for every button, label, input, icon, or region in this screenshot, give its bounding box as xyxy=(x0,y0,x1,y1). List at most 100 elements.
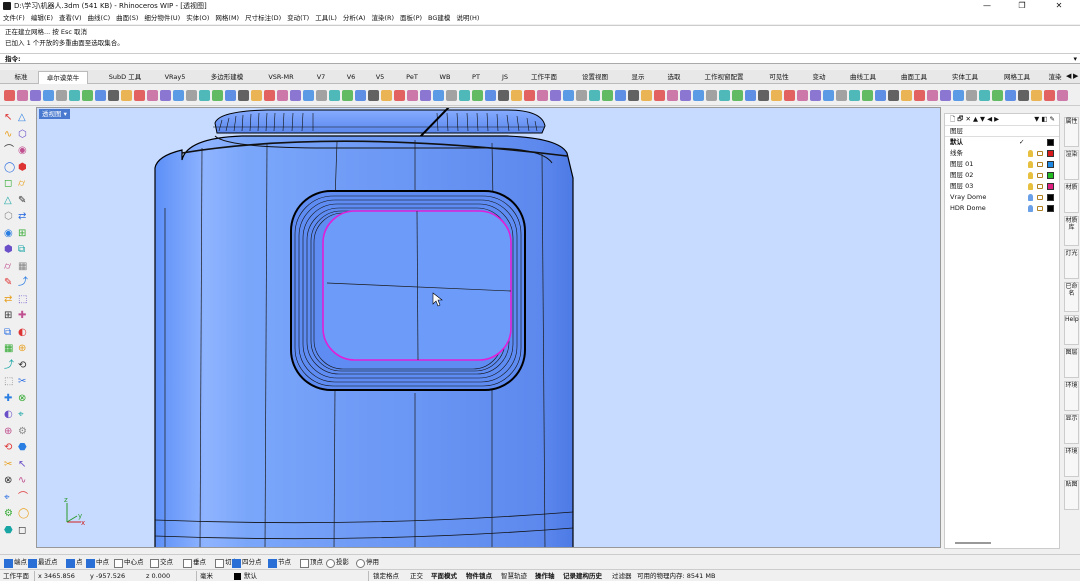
left-tool-icon[interactable]: ◻ xyxy=(4,178,16,190)
left-tool-icon[interactable]: ▦ xyxy=(18,261,30,273)
toolbar-tool-icon[interactable] xyxy=(56,90,67,101)
left-tool-icon[interactable]: ⊞ xyxy=(4,310,16,322)
toolbar-tool-icon[interactable] xyxy=(979,90,990,101)
toolbar-tool-icon[interactable] xyxy=(121,90,132,101)
toolbar-tool-icon[interactable] xyxy=(719,90,730,101)
toolbar-tool-icon[interactable] xyxy=(160,90,171,101)
menu-file[interactable]: 文件(F) xyxy=(0,12,28,24)
layer-color-swatch[interactable] xyxy=(1047,183,1054,190)
layer-row[interactable]: 线条 xyxy=(945,148,1059,159)
toolbar-tool-icon[interactable] xyxy=(836,90,847,101)
toolbar-tool-icon[interactable] xyxy=(758,90,769,101)
menu-render[interactable]: 渲染(R) xyxy=(368,12,397,24)
menu-mesh[interactable]: 网格(M) xyxy=(212,12,242,24)
left-tool-icon[interactable]: ∿ xyxy=(4,129,16,141)
layer-visible-bulb-icon[interactable] xyxy=(1028,161,1033,168)
close-button[interactable]: ✕ xyxy=(1042,0,1076,12)
layer-row[interactable]: HDR Dome xyxy=(945,203,1059,214)
layer-lock-icon[interactable] xyxy=(1037,173,1043,178)
menu-analyze[interactable]: 分析(A) xyxy=(340,12,369,24)
left-tool-icon[interactable]: ↖ xyxy=(4,112,16,124)
toolbar-tool-icon[interactable] xyxy=(927,90,938,101)
left-tool-icon[interactable]: ◯ xyxy=(18,508,30,520)
menu-transform[interactable]: 变动(T) xyxy=(284,12,312,24)
viewport-title-tab[interactable]: 透视图 ▾ xyxy=(39,109,70,119)
toolbar-tool-icon[interactable] xyxy=(862,90,873,101)
toolbar-tool-icon[interactable] xyxy=(953,90,964,101)
left-tool-icon[interactable]: ⊕ xyxy=(4,426,16,438)
tab-subd-tools[interactable]: SubD 工具 xyxy=(100,71,150,84)
side-tab[interactable]: 显示 xyxy=(1064,414,1079,444)
left-tool-icon[interactable]: ⬣ xyxy=(18,442,30,454)
toolbar-tool-icon[interactable] xyxy=(173,90,184,101)
left-tool-icon[interactable]: ⊞ xyxy=(18,228,30,240)
osnap-checkbox[interactable]: 端点 xyxy=(4,558,27,568)
toolbar-tool-icon[interactable] xyxy=(550,90,561,101)
left-tool-icon[interactable]: ⊕ xyxy=(18,343,30,355)
tab-v7[interactable]: V7 xyxy=(309,71,333,84)
layer-visible-bulb-icon[interactable] xyxy=(1028,172,1033,179)
left-tool-icon[interactable]: ✂ xyxy=(18,376,30,388)
left-tool-icon[interactable]: ⌭ xyxy=(18,178,30,190)
layer-color-swatch[interactable] xyxy=(1047,172,1054,179)
new-layer-icon[interactable]: 🗋 🗗 ✕ ▲ ▼ ◀ ▶ xyxy=(950,115,999,123)
side-tab[interactable]: 灯光 xyxy=(1064,249,1079,279)
tab-scroll-left-icon[interactable]: ◀ xyxy=(1066,72,1071,80)
osnap-checkbox[interactable]: 垂点 xyxy=(183,558,206,568)
tab-viewport-layout[interactable]: 工作视窗配置 xyxy=(697,71,751,84)
left-tool-icon[interactable]: ✎ xyxy=(4,277,16,289)
layer-row-default[interactable]: 默认 ✓ xyxy=(945,137,1059,148)
toolbar-tool-icon[interactable] xyxy=(316,90,327,101)
toolbar-tool-icon[interactable] xyxy=(667,90,678,101)
left-tool-icon[interactable]: ⚙ xyxy=(4,508,16,520)
tab-select[interactable]: 选取 xyxy=(660,71,688,84)
left-tool-icon[interactable]: ⬣ xyxy=(4,525,16,537)
menu-solid[interactable]: 实体(O) xyxy=(183,12,212,24)
left-tool-icon[interactable]: ⚙ xyxy=(18,426,30,438)
tab-cplane[interactable]: 工作平面 xyxy=(523,71,565,84)
menu-dimension[interactable]: 尺寸标注(D) xyxy=(242,12,284,24)
left-tool-icon[interactable]: ◻ xyxy=(18,525,30,537)
tab-surface-tools[interactable]: 曲面工具 xyxy=(893,71,935,84)
left-tool-icon[interactable]: ⟲ xyxy=(18,360,30,372)
tab-pt[interactable]: PT xyxy=(464,71,488,84)
left-tool-icon[interactable]: ⬚ xyxy=(4,376,16,388)
left-tool-icon[interactable]: ⇄ xyxy=(18,211,30,223)
left-tool-icon[interactable]: ⟲ xyxy=(4,442,16,454)
menu-edit[interactable]: 编辑(E) xyxy=(28,12,56,24)
toolbar-tool-icon[interactable] xyxy=(446,90,457,101)
tab-set-view[interactable]: 设置视图 xyxy=(574,71,616,84)
layer-row[interactable]: Vray Dome xyxy=(945,192,1059,203)
left-tool-icon[interactable]: ◉ xyxy=(18,145,30,157)
left-tool-icon[interactable]: ✚ xyxy=(18,310,30,322)
left-tool-icon[interactable]: △ xyxy=(4,195,16,207)
osnap-checkbox[interactable]: 节点 xyxy=(268,558,291,568)
status-cplane[interactable]: 工作平面 xyxy=(3,571,29,581)
toolbar-tool-icon[interactable] xyxy=(1005,90,1016,101)
toolbar-tool-icon[interactable] xyxy=(459,90,470,101)
left-tool-icon[interactable]: ⤴ xyxy=(18,277,30,289)
layer-lock-icon[interactable] xyxy=(1037,195,1043,200)
toolbar-tool-icon[interactable] xyxy=(485,90,496,101)
osnap-checkbox[interactable]: 交点 xyxy=(150,558,173,568)
tab-solid-tools[interactable]: 实体工具 xyxy=(944,71,986,84)
toolbar-tool-icon[interactable] xyxy=(628,90,639,101)
layer-row[interactable]: 图层 03 xyxy=(945,181,1059,192)
toolbar-tool-icon[interactable] xyxy=(95,90,106,101)
menu-panels[interactable]: 面板(P) xyxy=(397,12,425,24)
left-tool-icon[interactable]: ◐ xyxy=(18,327,30,339)
toolbar-tool-icon[interactable] xyxy=(108,90,119,101)
toolbar-tool-icon[interactable] xyxy=(771,90,782,101)
toolbar-tool-icon[interactable] xyxy=(1031,90,1042,101)
left-tool-icon[interactable]: ◐ xyxy=(4,409,16,421)
left-tool-icon[interactable]: ▦ xyxy=(4,343,16,355)
toolbar-tool-icon[interactable] xyxy=(745,90,756,101)
tab-v6[interactable]: V6 xyxy=(339,71,363,84)
status-record-history[interactable]: 记录建构历史 xyxy=(563,571,602,581)
menu-curve[interactable]: 曲线(C) xyxy=(85,12,114,24)
tab-js[interactable]: JS xyxy=(493,71,517,84)
left-tool-icon[interactable]: ✎ xyxy=(18,195,30,207)
toolbar-tool-icon[interactable] xyxy=(914,90,925,101)
left-tool-icon[interactable]: ⇄ xyxy=(4,294,16,306)
toolbar-tool-icon[interactable] xyxy=(680,90,691,101)
